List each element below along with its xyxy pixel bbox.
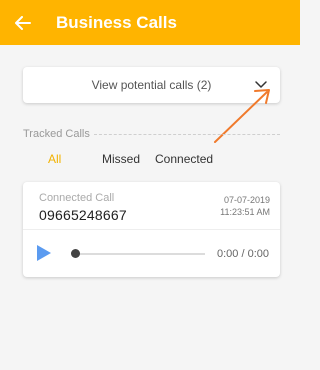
section-label: Tracked Calls <box>23 128 90 140</box>
app-bar: Business Calls <box>0 0 300 45</box>
page-title: Business Calls <box>56 12 177 32</box>
call-date: 07-07-2019 <box>223 195 270 205</box>
filter-tabs: All Missed Connected <box>0 152 300 170</box>
potential-calls-dropdown[interactable]: View potential calls (2) <box>23 67 280 103</box>
call-number: 09665248667 <box>39 207 127 223</box>
tab-connected[interactable]: Connected <box>155 152 213 166</box>
call-type-label: Connected Call <box>39 192 115 204</box>
audio-progress-knob[interactable] <box>71 249 80 258</box>
back-arrow-icon <box>15 15 31 30</box>
call-time: 11:23:51 AM <box>220 207 270 217</box>
tab-missed[interactable]: Missed <box>102 152 140 166</box>
potential-calls-label: View potential calls (2) <box>91 78 212 92</box>
section-divider <box>94 134 280 135</box>
card-divider <box>23 229 280 230</box>
play-icon[interactable] <box>36 244 52 262</box>
back-button[interactable] <box>0 0 46 45</box>
audio-progress-track[interactable] <box>73 253 205 255</box>
call-card: Connected Call 09665248667 07-07-2019 11… <box>23 182 280 277</box>
chevron-down-icon[interactable] <box>254 78 268 92</box>
tab-all[interactable]: All <box>48 152 61 166</box>
audio-duration: 0:00 / 0:00 <box>217 248 269 260</box>
